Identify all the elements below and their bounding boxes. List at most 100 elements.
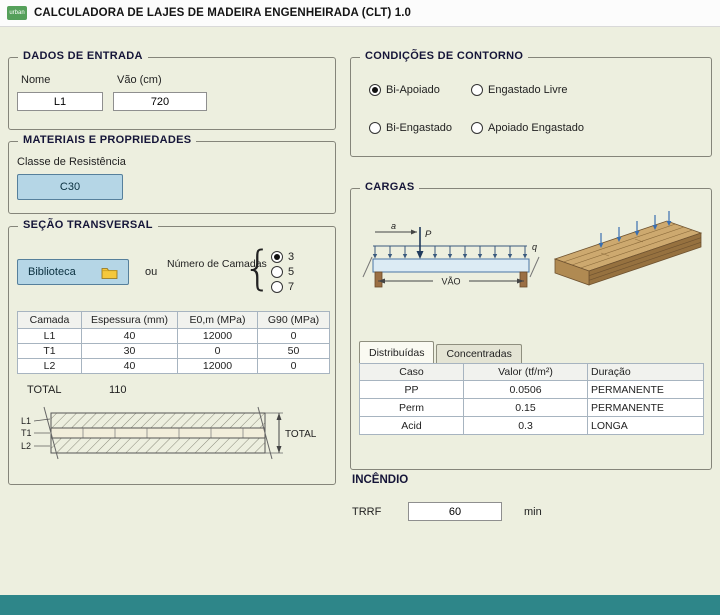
cell[interactable]: 0.15 [464,399,588,417]
cell[interactable]: LONGA [588,417,704,435]
col-header: Camada [18,312,82,329]
radio-camadas-5[interactable]: 5 [271,266,294,278]
tab-distribuidas[interactable]: Distribuídas [359,341,434,363]
cell[interactable]: 0 [258,359,330,374]
folder-icon [101,266,118,279]
cell[interactable]: 40 [82,359,178,374]
radio-label: 3 [288,251,294,263]
cell[interactable]: 0.0506 [464,381,588,399]
layer-label-l1: L1 [21,416,31,426]
cell[interactable]: Perm [360,399,464,417]
incendio-title: INCÊNDIO [352,474,408,486]
table-row[interactable]: PP 0.0506 PERMANENTE [360,381,704,399]
col-header: Duração [588,364,704,381]
cell[interactable]: 30 [82,344,178,359]
table-row[interactable]: L1 40 12000 0 [18,329,330,344]
numero-camadas-label: Número de Camadas [167,258,241,272]
classe-resistencia-label: Classe de Resistência [17,156,126,168]
col-header: Caso [360,364,464,381]
tab-concentradas[interactable]: Concentradas [436,344,521,363]
min-label: min [524,506,542,518]
cell[interactable]: 50 [258,344,330,359]
col-header: Valor (tf/m²) [464,364,588,381]
trrf-label: TRRF [352,506,381,518]
radio-bi-apoiado[interactable]: Bi-Apoiado [369,84,440,96]
cell[interactable]: L1 [18,329,82,344]
cargas-tabstrip: Distribuídas Concentradas [359,341,524,363]
cargas-table[interactable]: Caso Valor (tf/m²) Duração PP 0.0506 PER… [359,363,704,435]
cell[interactable]: L2 [18,359,82,374]
biblioteca-button[interactable]: Biblioteca [17,259,129,285]
diagram-total-label: TOTAL [285,429,317,440]
clt-panel-3d [549,203,709,307]
radio-engastado-livre[interactable]: Engastado Livre [471,84,568,96]
radio-label: Apoiado Engastado [488,122,584,134]
table-row[interactable]: T1 30 0 50 [18,344,330,359]
radio-icon [369,84,381,96]
radio-bi-engastado[interactable]: Bi-Engastado [369,122,452,134]
biblioteca-button-label: Biblioteca [28,266,76,278]
groupbox-legend: MATERIAIS E PROPRIEDADES [18,134,196,146]
beam-load-diagram: q a P VÃO [359,221,545,317]
cell[interactable]: 0 [178,344,258,359]
radio-icon [271,251,283,263]
app-logo-icon: urban [7,6,27,20]
table-row[interactable]: Perm 0.15 PERMANENTE [360,399,704,417]
trrf-input[interactable] [408,502,502,521]
groupbox-legend: CONDIÇÕES DE CONTORNO [360,50,528,62]
radio-icon [271,266,283,278]
groupbox-condicoes-contorno: CONDIÇÕES DE CONTORNO Bi-Apoiado Engasta… [350,57,712,157]
layer-label-t1: T1 [21,428,32,438]
cell[interactable]: 12000 [178,359,258,374]
radio-icon [471,84,483,96]
radio-camadas-7[interactable]: 7 [271,281,294,293]
groupbox-materiais: MATERIAIS E PROPRIEDADES Classe de Resis… [8,141,336,214]
cell[interactable]: T1 [18,344,82,359]
vao-label: Vão (cm) [117,74,162,86]
radio-apoiado-engastado[interactable]: Apoiado Engastado [471,122,584,134]
cell[interactable]: 12000 [178,329,258,344]
cell[interactable]: PP [360,381,464,399]
groupbox-cargas: CARGAS q a P [350,188,712,470]
titlebar: urban CALCULADORA DE LAJES DE MADEIRA EN… [0,0,720,27]
col-header: G90 (MPa) [258,312,330,329]
table-header-row: Camada Espessura (mm) E0,m (MPa) G90 (MP… [18,312,330,329]
cell[interactable]: Acid [360,417,464,435]
radio-label: 5 [288,266,294,278]
col-header: E0,m (MPa) [178,312,258,329]
total-value: 110 [109,384,127,396]
groupbox-legend: DADOS DE ENTRADA [18,50,148,62]
table-row[interactable]: Acid 0.3 LONGA [360,417,704,435]
groupbox-legend: CARGAS [360,181,419,193]
cell[interactable]: 0.3 [464,417,588,435]
p-load-label: P [425,229,432,240]
vao-input[interactable] [113,92,207,111]
classe-resistencia-button[interactable]: C30 [17,174,123,200]
a-dimension-label: a [391,221,396,231]
radio-label: Bi-Apoiado [386,84,440,96]
col-header: Espessura (mm) [82,312,178,329]
ou-label: ou [145,266,157,278]
nome-label: Nome [21,74,50,86]
groupbox-legend: SEÇÃO TRANSVERSAL [18,219,158,231]
cell[interactable]: PERMANENTE [588,381,704,399]
bottom-taskbar [0,595,720,615]
layer-label-l2: L2 [21,441,31,451]
radio-label: 7 [288,281,294,293]
cell[interactable]: 0 [258,329,330,344]
radio-camadas-3[interactable]: 3 [271,251,294,263]
groupbox-dados-entrada: DADOS DE ENTRADA Nome Vão (cm) [8,57,336,130]
cell[interactable]: PERMANENTE [588,399,704,417]
camadas-table[interactable]: Camada Espessura (mm) E0,m (MPa) G90 (MP… [17,311,330,374]
total-label: TOTAL [27,384,61,396]
table-row[interactable]: L2 40 12000 0 [18,359,330,374]
cross-section-diagram: L1 T1 L2 TOTAL [17,403,327,481]
groupbox-secao-transversal: SEÇÃO TRANSVERSAL Biblioteca ou Número d… [8,226,336,485]
app-window: urban CALCULADORA DE LAJES DE MADEIRA EN… [0,0,720,615]
radio-icon [271,281,283,293]
vao-dimension-label: VÃO [441,277,460,287]
camadas-brace: { [243,243,272,293]
cell[interactable]: 40 [82,329,178,344]
radio-label: Engastado Livre [488,84,568,96]
nome-input[interactable] [17,92,103,111]
